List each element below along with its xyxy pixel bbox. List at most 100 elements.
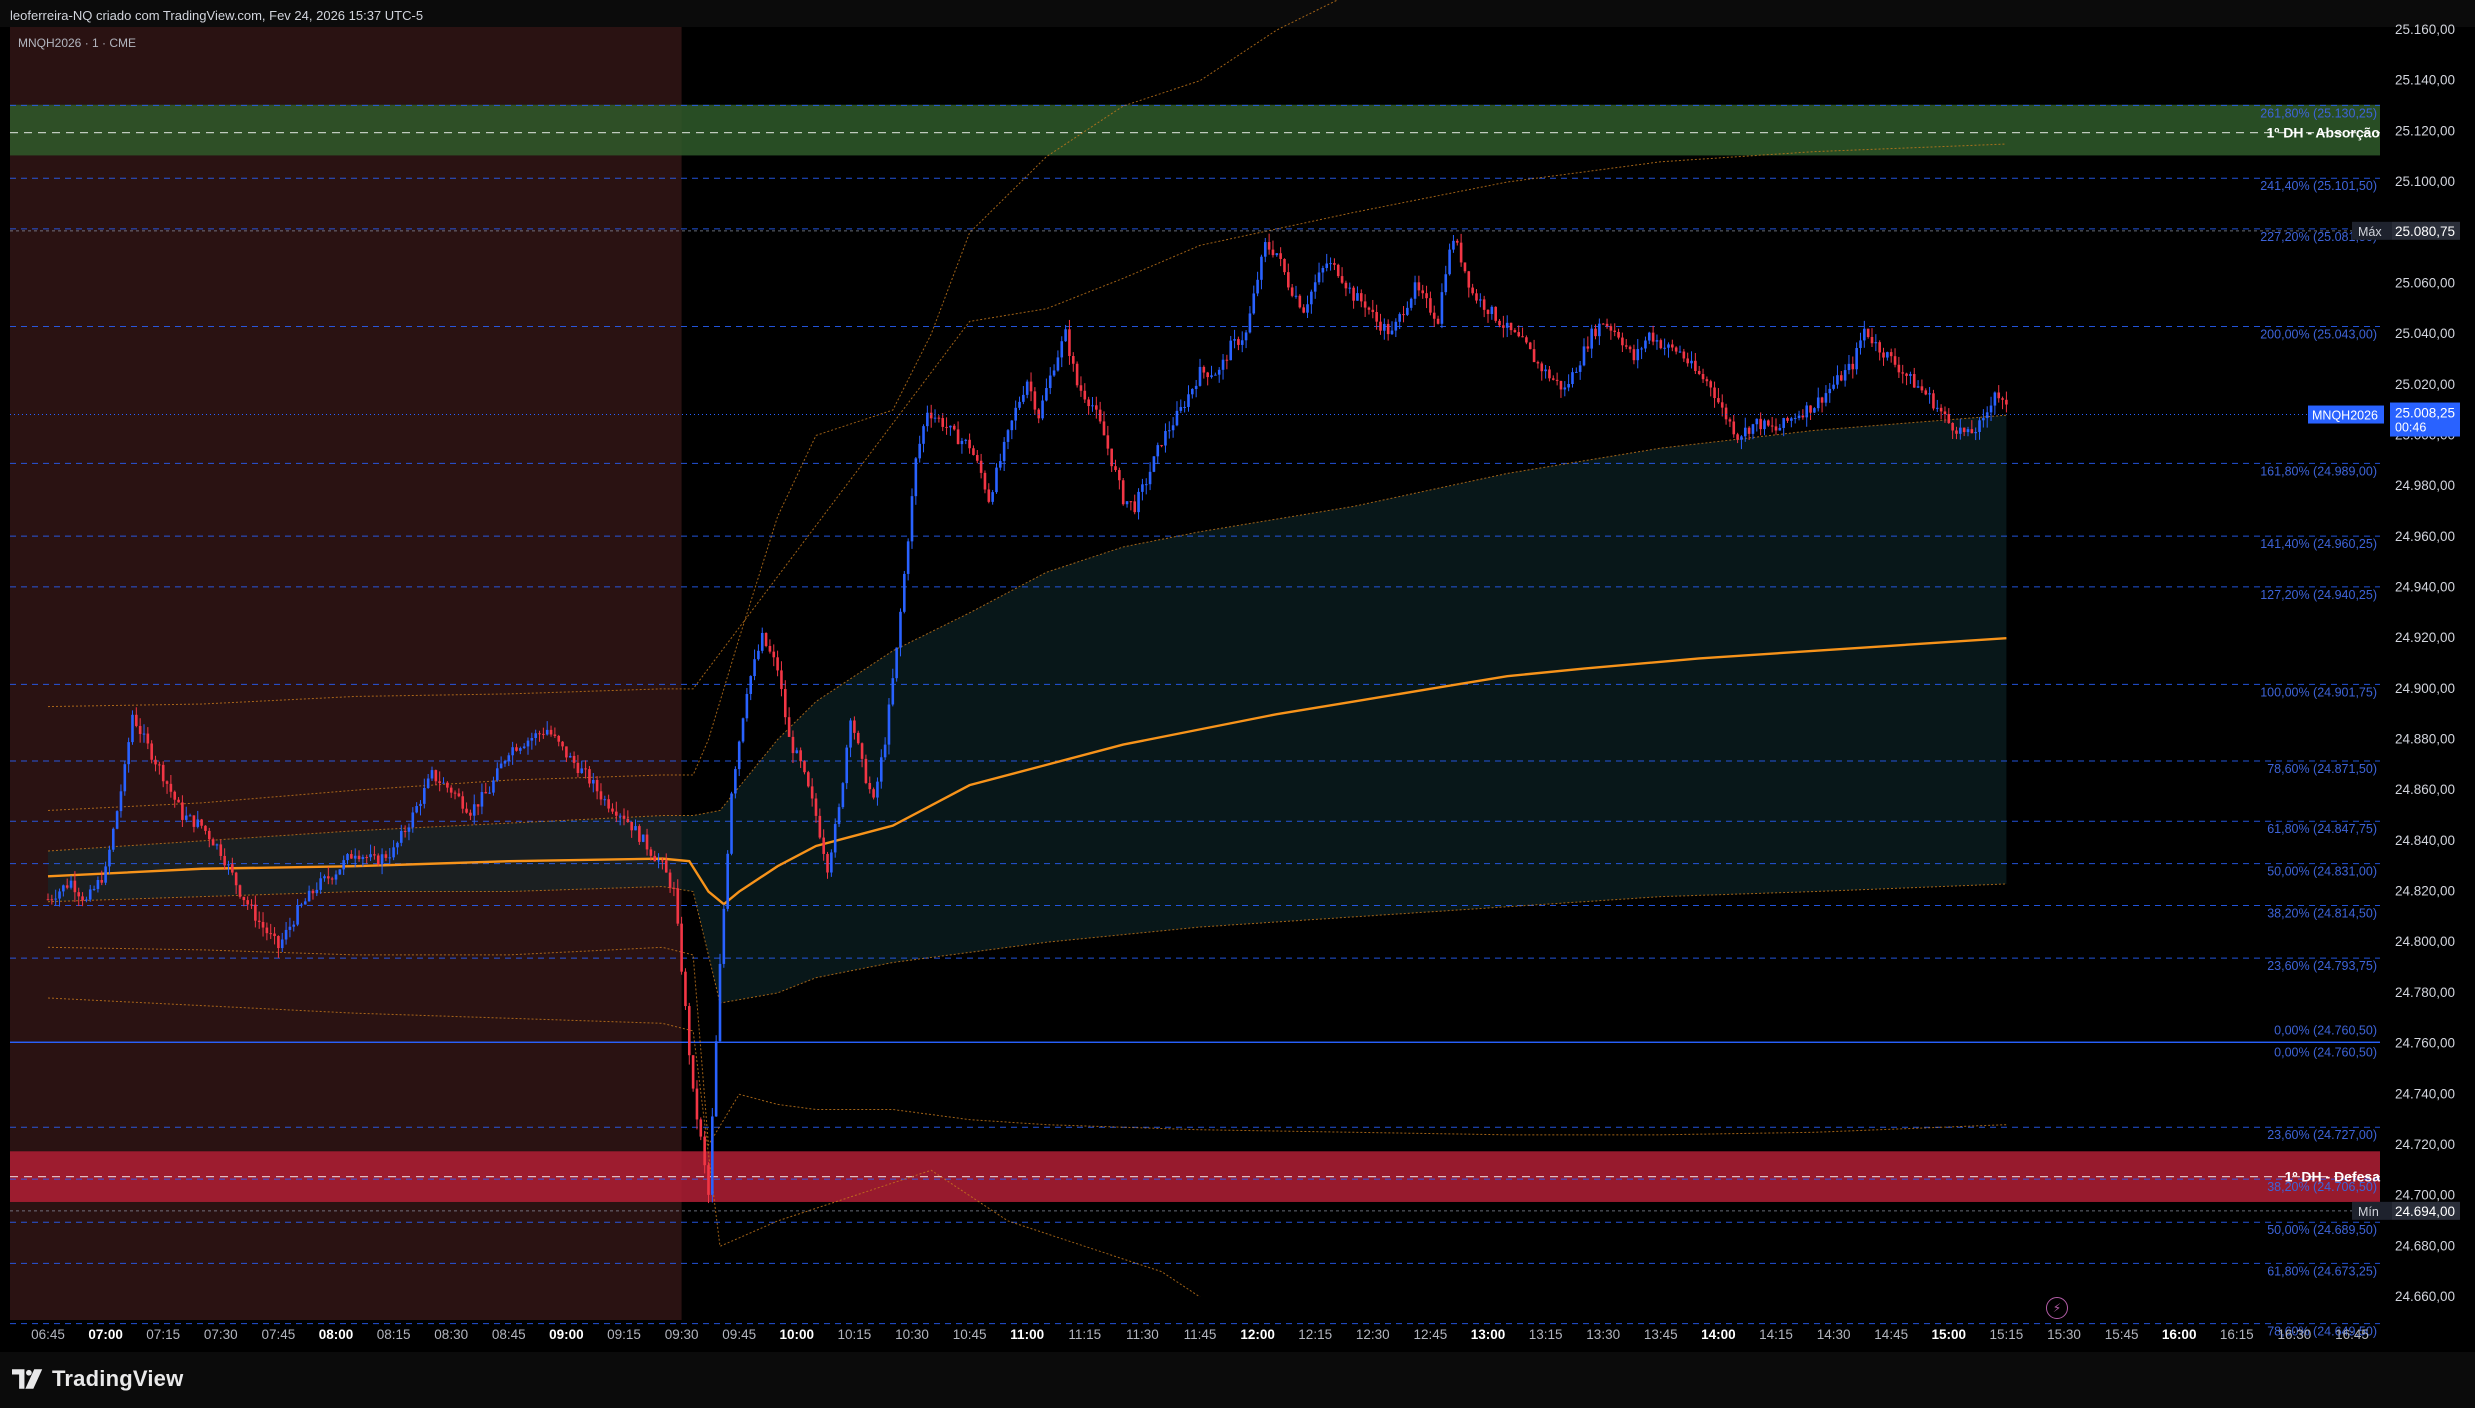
candle-body [1260,256,1263,280]
candle-body [411,812,415,828]
candle-body [1179,407,1183,411]
fib-label: 100,00% (24.901,75) [2260,685,2377,699]
candle [933,409,937,423]
candle-body [1375,312,1378,322]
candle [1659,338,1663,350]
fib-label: 261,80% (25.130,25) [2260,106,2377,120]
candle [1820,396,1824,413]
time-tick: 16:45 [2335,1327,2369,1342]
candle [1256,271,1259,297]
price-tick: 24.800,00 [2395,934,2455,949]
lightning-icon[interactable]: ⚡ [2046,1297,2068,1319]
time-tick: 15:30 [2047,1327,2081,1342]
candle-body [1294,295,1298,297]
candle [1544,364,1547,379]
candle-body [307,890,311,902]
candle-body [246,900,249,905]
candle-body [1321,267,1325,273]
time-tick: 09:00 [549,1327,584,1342]
candle [1114,459,1117,472]
candle-body [196,819,200,827]
candle-body [1317,272,1321,283]
candle [123,760,127,796]
candle [949,425,952,436]
candle-body [1214,374,1217,376]
candle-body [434,770,438,782]
candle [1317,262,1321,285]
candle-body [111,828,115,850]
candle [1640,346,1643,360]
candle-body [626,818,630,822]
candle [1375,304,1378,330]
candle [1052,364,1056,377]
price-chart[interactable]: 261,80% (25.130,25)241,40% (25.101,50)22… [0,0,2475,1408]
candle-body [1095,405,1098,410]
candle [1171,417,1175,438]
candle-body [419,803,422,807]
candle-body [549,729,553,735]
candle [945,417,948,435]
candle-body [284,929,288,940]
candle-body [891,678,895,705]
candle-body [480,792,484,807]
fib-label: 161,80% (24.989,00) [2260,464,2377,478]
candle-body [1144,484,1148,486]
candle-body [1932,393,1935,409]
candle-body [1118,470,1121,481]
candle-body [833,823,837,853]
marker-tag: Máx [2358,225,2382,239]
candle-body [634,826,637,831]
candle-body [507,755,511,761]
candle-body [1720,402,1724,408]
candle-body [73,880,77,893]
candle-body [250,904,253,906]
brand[interactable]: TradingView [12,1366,183,1392]
candle-body [1874,342,1878,344]
candle-body [453,792,457,794]
candle [1886,351,1889,361]
candle [1667,342,1670,358]
candle [1033,387,1037,416]
candle [1494,306,1497,323]
price-tick: 25.160,00 [2395,22,2455,37]
marker-price: 24.694,00 [2395,1204,2455,1219]
candle-body [1628,346,1632,350]
candle [1440,283,1444,329]
candle-body [300,904,303,906]
candle-body [1601,323,1605,325]
candle-body [69,880,73,888]
candle [1329,257,1332,271]
time-tick: 11:45 [1184,1327,1217,1342]
candle-body [58,891,61,899]
candle [1786,416,1789,423]
tradingview-logo-icon [12,1369,43,1389]
candle-body [795,750,799,754]
candle [1889,348,1893,363]
candle-body [937,417,941,419]
candle [1056,350,1060,372]
candle [1701,368,1705,383]
candle-body [1555,379,1559,381]
price-tick: 24.920,00 [2395,630,2455,645]
candle-body [722,908,726,964]
candle-body [403,830,407,832]
candle-body [1736,434,1739,440]
candle [1340,267,1344,285]
candle-body [1763,420,1766,430]
candle [1686,352,1689,367]
candle-body [1528,342,1532,350]
candle [964,438,968,445]
candle-body [1751,424,1755,434]
candle [1425,285,1428,309]
candle-body [841,783,845,808]
candle-body [603,799,607,801]
candle-body [887,704,891,745]
candle [753,649,756,681]
candle-body [161,764,165,782]
candle-body [1644,340,1647,349]
candle-body [1279,253,1282,259]
candle [1647,331,1651,345]
candle [952,423,956,431]
candle-body [618,815,622,817]
fib-label: 0,00% (24.760,50) [2274,1045,2377,1059]
